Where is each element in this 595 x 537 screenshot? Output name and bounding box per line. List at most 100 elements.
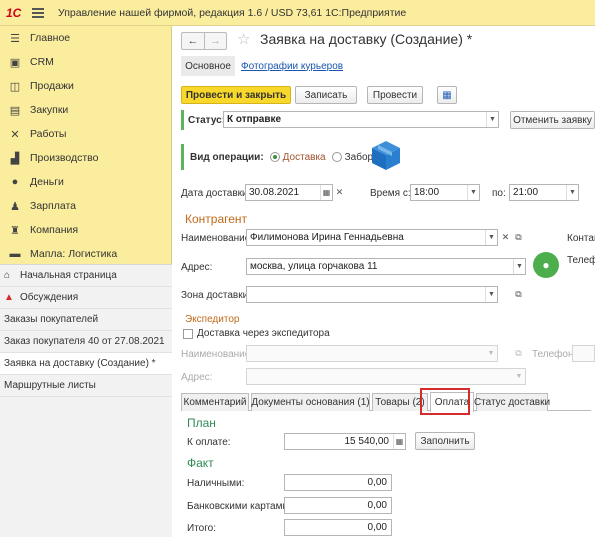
sidebar-item-salary[interactable]: ♟ Зарплата <box>0 194 171 218</box>
to-pay-field[interactable]: 15 540,00 ▦ <box>284 433 406 450</box>
open-window-home[interactable]: ⌂ Начальная страница <box>0 265 172 287</box>
sidebar-item-works[interactable]: ✕ Работы <box>0 122 171 146</box>
total-field[interactable]: 0,00 <box>284 519 392 536</box>
open-list-empty-area <box>0 397 172 537</box>
open-window-label: Начальная страница <box>20 270 117 281</box>
open-link-icon: ⧉ <box>515 348 522 358</box>
tab-courier-photos[interactable]: Фотографии курьеров <box>241 56 343 76</box>
save-button[interactable]: Записать <box>295 86 357 104</box>
delivery-date-value: 30.08.2021 <box>249 187 300 198</box>
sidebar-item-label: Главное <box>30 32 71 44</box>
app-logo: 1С <box>6 5 22 20</box>
forwarder-name-field[interactable]: ▼ <box>246 345 498 362</box>
forwarder-checkbox-label: Доставка через экспедитора <box>197 328 330 339</box>
open-window-order-40[interactable]: Заказ покупателя 40 от 27.08.2021 <box>0 331 172 353</box>
address-field[interactable]: москва, улица горчакова 11 ▼ <box>246 258 526 275</box>
calculator-icon[interactable]: ▦ <box>393 434 405 449</box>
forwarder-phone-field[interactable] <box>572 345 595 362</box>
page-title: Заявка на доставку (Создание) * <box>260 31 473 47</box>
document-form: ← → ☆ Заявка на доставку (Создание) * Ос… <box>173 26 595 537</box>
sidebar-item-logistics[interactable]: ▬ Мапла: Логистика <box>0 242 171 266</box>
open-window-delivery-request[interactable]: Заявка на доставку (Создание) * <box>0 353 172 375</box>
tab-delivery-status[interactable]: Статус доставки <box>474 393 550 411</box>
money-icon: ● <box>11 176 19 188</box>
open-window-discussions[interactable]: ▲ Обсуждения <box>0 287 172 309</box>
zone-label: Зона доставки: <box>181 290 251 301</box>
time-to-value: 21:00 <box>513 187 539 198</box>
time-to-label: по: <box>492 188 506 199</box>
sidebar-item-label: CRM <box>30 56 54 68</box>
sidebar-item-sales[interactable]: ◫ Продажи <box>0 74 171 98</box>
checkbox-empty-icon <box>183 328 193 339</box>
chevron-down-icon[interactable]: ▼ <box>467 185 479 200</box>
report-icon[interactable]: ▦ <box>437 86 457 104</box>
sidebar-item-main[interactable]: ☰ Главное <box>0 26 171 50</box>
sidebar-item-production[interactable]: ▟ Производство <box>0 146 171 170</box>
counterparty-name-field[interactable]: Филимонова Ирина Геннадьевна ▼ <box>246 229 498 246</box>
tab-main[interactable]: Основное <box>181 56 235 76</box>
to-pay-value: 15 540,00 <box>344 436 390 447</box>
to-pay-label: К оплате: <box>187 437 231 448</box>
delivery-date-field[interactable]: 30.08.2021 ▦ <box>245 184 333 201</box>
address-label: Адрес: <box>181 262 213 273</box>
forward-arrow-icon[interactable]: → <box>204 33 226 49</box>
bottom-tabs: Комментарий Документы основания (1) Това… <box>181 391 591 412</box>
cards-value: 0,00 <box>367 500 387 511</box>
radio-delivery[interactable]: Доставка <box>269 152 326 163</box>
clear-x-icon[interactable]: ✕ <box>499 230 512 245</box>
forwarder-phone-label: Телефон: <box>532 349 577 360</box>
home-icon: ⌂ <box>4 270 11 281</box>
crm-card-icon: ▣ <box>9 56 21 69</box>
sidebar-item-label: Работы <box>30 128 67 140</box>
salary-person-icon: ♟ <box>10 200 20 213</box>
chevron-down-icon: ▼ <box>515 373 523 380</box>
calendar-icon[interactable]: ▦ <box>320 185 332 200</box>
clear-x-icon[interactable]: ✕ <box>333 185 346 200</box>
plan-title: План <box>187 416 216 430</box>
chevron-down-icon[interactable]: ▼ <box>566 185 578 200</box>
sidebar-item-money[interactable]: ● Деньги <box>0 170 171 194</box>
time-to-field[interactable]: 21:00 ▼ <box>509 184 579 201</box>
main-menu-icon[interactable] <box>32 7 44 18</box>
forwarder-title: Экспедитор <box>185 314 240 325</box>
cash-value: 0,00 <box>367 477 387 488</box>
time-from-value: 18:00 <box>414 187 440 198</box>
chevron-down-icon[interactable]: ▼ <box>485 230 497 245</box>
purchases-icon: ▤ <box>9 104 21 117</box>
open-link-icon[interactable]: ⧉ <box>512 287 525 302</box>
sidebar-item-company[interactable]: ♜ Компания <box>0 218 171 242</box>
zone-field[interactable]: ▼ <box>246 286 498 303</box>
sidebar-item-label: Мапла: Логистика <box>30 248 118 260</box>
forwarder-address-field[interactable]: ▼ <box>246 368 526 385</box>
open-link-icon[interactable]: ⧉ <box>512 230 525 245</box>
cash-field[interactable]: 0,00 <box>284 474 392 491</box>
map-pin-icon[interactable]: ● <box>533 252 559 278</box>
open-window-route-sheets[interactable]: Маршрутные листы <box>0 375 172 397</box>
back-arrow-icon[interactable]: ← <box>182 33 204 49</box>
favorite-star-icon[interactable]: ☆ <box>237 30 250 48</box>
operation-label: Вид операции: <box>190 151 264 163</box>
forwarder-checkbox[interactable]: Доставка через экспедитора <box>183 328 330 339</box>
post-and-close-button[interactable]: Провести и закрыть <box>181 86 291 104</box>
post-button[interactable]: Провести <box>367 86 423 104</box>
title-bar: 1С Управление нашей фирмой, редакция 1.6… <box>0 0 595 26</box>
radio-empty-icon <box>331 152 342 162</box>
sidebar-item-purchases[interactable]: ▤ Закупки <box>0 98 171 122</box>
chevron-down-icon[interactable]: ▼ <box>513 259 525 274</box>
cards-field[interactable]: 0,00 <box>284 497 392 514</box>
chevron-down-icon[interactable]: ▼ <box>486 112 498 127</box>
sidebar-item-crm[interactable]: ▣ CRM <box>0 50 171 74</box>
tab-base-documents[interactable]: Документы основания (1) <box>251 393 370 411</box>
highlight-box <box>420 388 470 415</box>
status-select[interactable]: К отправке ▼ <box>223 111 499 128</box>
radio-pickup[interactable]: Забор <box>331 152 373 163</box>
sidebar-item-label: Производство <box>30 152 99 164</box>
cancel-request-button[interactable]: Отменить заявку <box>510 111 595 129</box>
tab-comment[interactable]: Комментарий <box>181 393 249 411</box>
chevron-down-icon[interactable]: ▼ <box>485 287 497 302</box>
fill-button[interactable]: Заполнить <box>415 432 475 450</box>
delivery-box-icon <box>372 141 400 170</box>
open-window-orders[interactable]: Заказы покупателей <box>0 309 172 331</box>
chevron-down-icon: ▼ <box>487 350 495 357</box>
time-from-field[interactable]: 18:00 ▼ <box>410 184 480 201</box>
